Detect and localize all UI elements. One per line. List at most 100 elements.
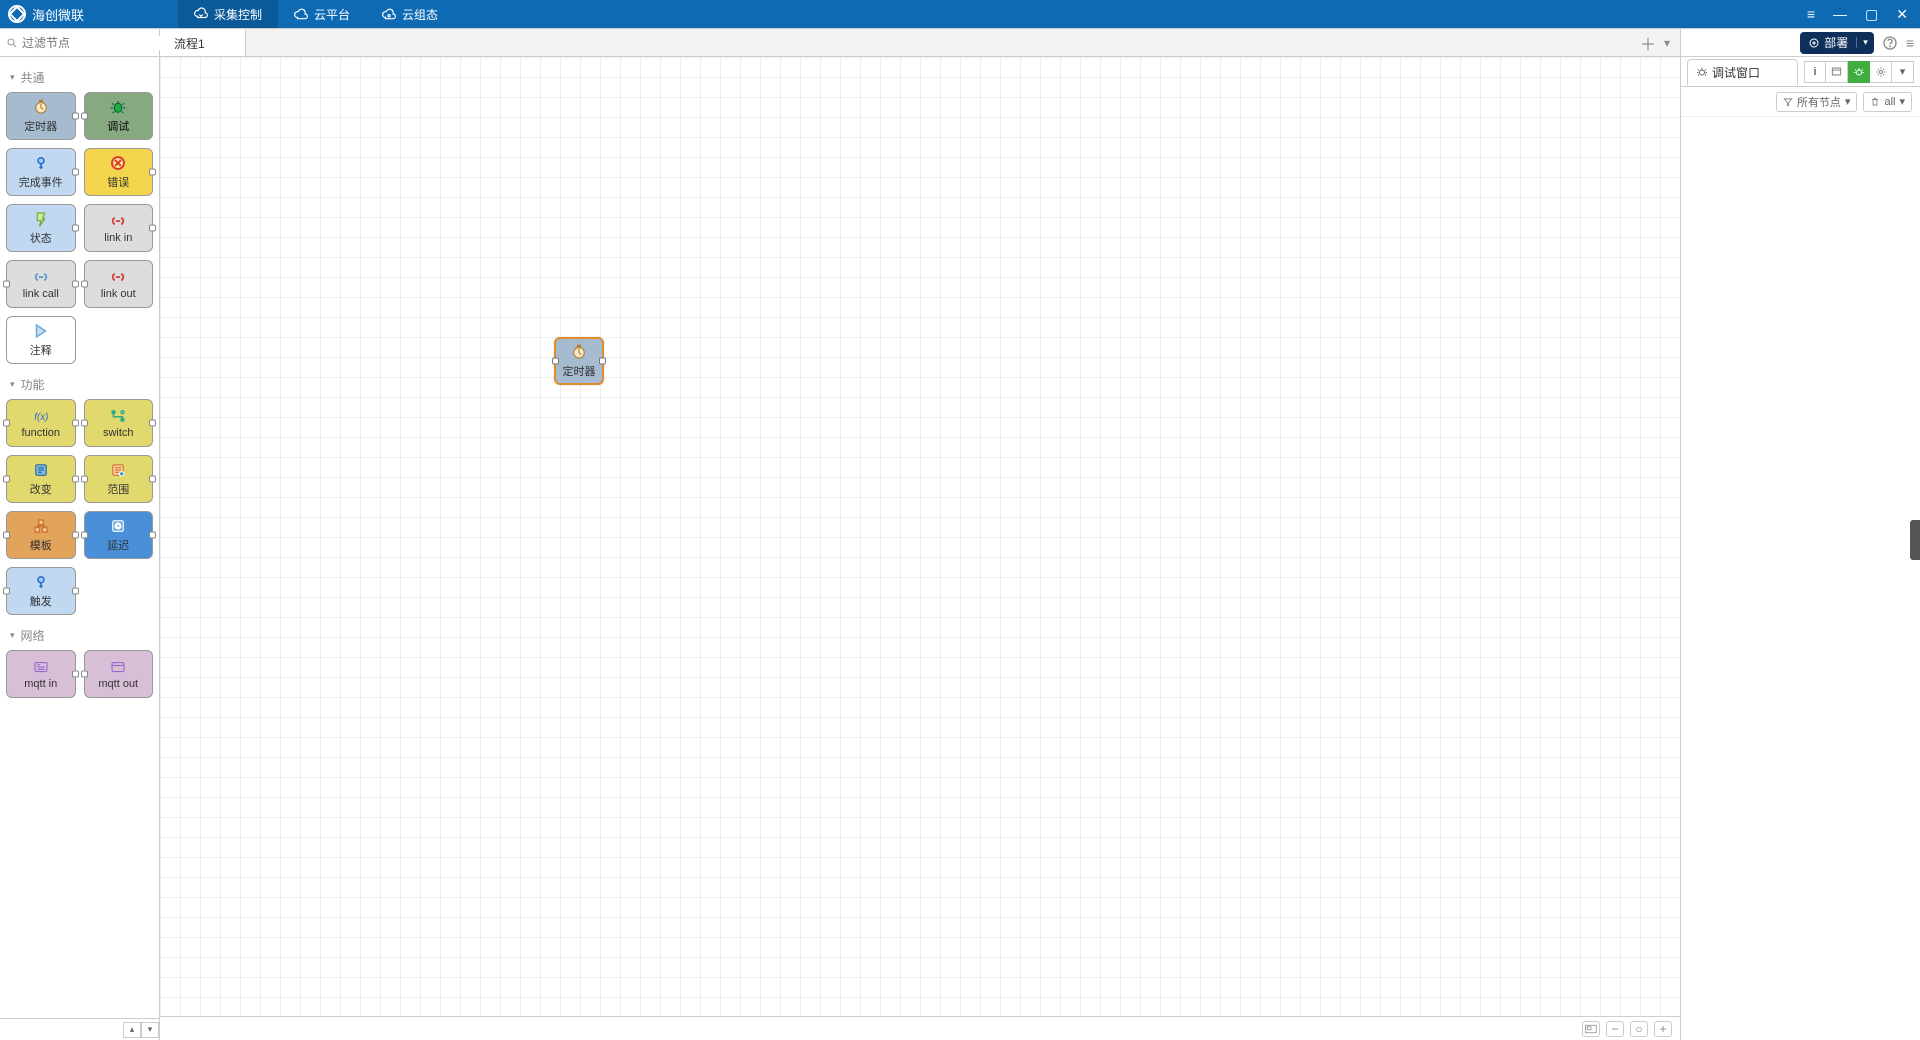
port-in: [3, 420, 10, 427]
palette-node-改变[interactable]: 改变: [6, 455, 76, 503]
category-header[interactable]: ▾网络: [6, 619, 153, 650]
top-menu: 采集控制 云平台 云组态: [178, 0, 454, 28]
palette-node-模板[interactable]: 模板: [6, 511, 76, 559]
palette-node-完成事件[interactable]: 完成事件: [6, 148, 76, 196]
chevron-down-icon: ▾: [10, 379, 15, 390]
menu-cloud-scada[interactable]: 云组态: [366, 0, 454, 28]
flow-list-dropdown[interactable]: ▾: [1664, 36, 1670, 50]
window-menu-icon[interactable]: ≡: [1807, 6, 1815, 23]
palette-node-定时器[interactable]: 定时器: [6, 92, 76, 140]
palette-node-触发[interactable]: 触发: [6, 567, 76, 615]
chevron-down-icon: ▾: [1845, 95, 1851, 108]
node-port-out[interactable]: [599, 358, 606, 365]
link in-icon: [109, 212, 127, 230]
注释-icon: [32, 322, 50, 340]
palette-node-延迟[interactable]: 延迟: [84, 511, 154, 559]
palette-node-link-out[interactable]: link out: [84, 260, 154, 308]
定时器-icon: [32, 98, 50, 116]
port-in: [3, 588, 10, 595]
tab-help-icon[interactable]: [1826, 61, 1848, 83]
menu-cloud-platform[interactable]: 云平台: [278, 0, 366, 28]
改变-icon: [32, 461, 50, 479]
port-out: [72, 281, 79, 288]
deploy-dropdown[interactable]: ▾: [1856, 37, 1874, 48]
navigator-toggle[interactable]: [1582, 1021, 1600, 1037]
port-in: [81, 476, 88, 483]
port-out: [72, 113, 79, 120]
zoom-reset-button[interactable]: ○: [1630, 1021, 1648, 1037]
palette-node-link-call[interactable]: link call: [6, 260, 76, 308]
palette-node-错误[interactable]: 错误: [84, 148, 154, 196]
port-out: [149, 225, 156, 232]
port-out: [72, 420, 79, 427]
tab-debug[interactable]: 调试窗口: [1687, 59, 1798, 85]
palette-search[interactable]: [0, 29, 159, 57]
search-icon: [6, 37, 18, 49]
flow-canvas[interactable]: 定时器: [160, 57, 1680, 1016]
port-out: [149, 420, 156, 427]
错误-icon: [109, 154, 127, 172]
link out-icon: [109, 268, 127, 286]
状态-icon: [32, 210, 50, 228]
palette-node-link-in[interactable]: link in: [84, 204, 154, 252]
node-port-trigger[interactable]: [552, 358, 559, 365]
palette-node-switch[interactable]: switch: [84, 399, 154, 447]
palette-node-注释[interactable]: 注释: [6, 316, 76, 364]
延迟-icon: [109, 517, 127, 535]
sidebar-tabs: 调试窗口 i ▾: [1681, 57, 1920, 87]
menu-collection-control[interactable]: 采集控制: [178, 0, 278, 28]
deploy-button[interactable]: 部署 ▾: [1800, 32, 1874, 54]
tab-info-icon[interactable]: i: [1804, 61, 1826, 83]
workspace: 流程1 ＋ ▾ 定时器: [160, 29, 1680, 1040]
port-in: [3, 476, 10, 483]
palette-scroll-up[interactable]: ▴: [123, 1022, 141, 1038]
function-icon: f(x): [32, 407, 50, 425]
switch-icon: [109, 407, 127, 425]
canvas-node-timer[interactable]: 定时器: [554, 337, 604, 385]
right-edge-handle[interactable]: [1910, 520, 1920, 560]
window-minimize-icon[interactable]: —: [1833, 6, 1847, 23]
palette-node-function[interactable]: f(x)function: [6, 399, 76, 447]
window-close-icon[interactable]: ✕: [1896, 6, 1908, 23]
main-menu-icon[interactable]: ≡: [1906, 35, 1914, 51]
window-controls: ≡ — ▢ ✕: [1807, 6, 1912, 23]
filter-nodes-dropdown[interactable]: 所有节点 ▾: [1776, 92, 1858, 112]
zoom-in-button[interactable]: +: [1654, 1021, 1672, 1037]
mqtt in-icon: [32, 658, 50, 676]
svg-text:f(x): f(x): [34, 412, 48, 423]
palette-node-mqtt-in[interactable]: mqtt in: [6, 650, 76, 698]
zoom-out-button[interactable]: −: [1606, 1021, 1624, 1037]
palette-node-状态[interactable]: 状态: [6, 204, 76, 252]
flow-tabs: 流程1 ＋ ▾: [160, 29, 1680, 57]
add-flow-button[interactable]: ＋: [1640, 31, 1656, 55]
help-icon[interactable]: [1882, 35, 1898, 51]
port-out: [72, 588, 79, 595]
palette-node-范围[interactable]: 范围: [84, 455, 154, 503]
port-in: [3, 281, 10, 288]
category-header[interactable]: ▾功能: [6, 368, 153, 399]
deploy-row: 部署 ▾ ≡: [1681, 29, 1920, 57]
port-out: [72, 476, 79, 483]
clear-debug-dropdown[interactable]: all ▾: [1863, 92, 1912, 112]
palette-scroll-down[interactable]: ▾: [141, 1022, 159, 1038]
flow-tab-1[interactable]: 流程1: [160, 29, 246, 56]
node-palette: ▾共通定时器调试完成事件错误状态link inlink calllink out…: [0, 29, 160, 1040]
debug-filter-row: 所有节点 ▾ all ▾: [1681, 87, 1920, 117]
port-out: [149, 476, 156, 483]
port-out: [149, 532, 156, 539]
port-out: [149, 169, 156, 176]
deploy-icon: [1808, 37, 1820, 49]
cloud-icon: [294, 7, 308, 21]
window-maximize-icon[interactable]: ▢: [1865, 6, 1878, 23]
port-in: [81, 420, 88, 427]
tab-debug-icon[interactable]: [1848, 61, 1870, 83]
tab-config-icon[interactable]: [1870, 61, 1892, 83]
palette-node-调试[interactable]: 调试: [84, 92, 154, 140]
mqtt out-icon: [109, 658, 127, 676]
palette-node-mqtt-out[interactable]: mqtt out: [84, 650, 154, 698]
right-sidebar: 部署 ▾ ≡ 调试窗口 i: [1680, 29, 1920, 1040]
category-header[interactable]: ▾共通: [6, 61, 153, 92]
palette-search-input[interactable]: [22, 36, 177, 50]
bug-icon: [1696, 66, 1708, 78]
tab-more-dropdown[interactable]: ▾: [1892, 61, 1914, 83]
